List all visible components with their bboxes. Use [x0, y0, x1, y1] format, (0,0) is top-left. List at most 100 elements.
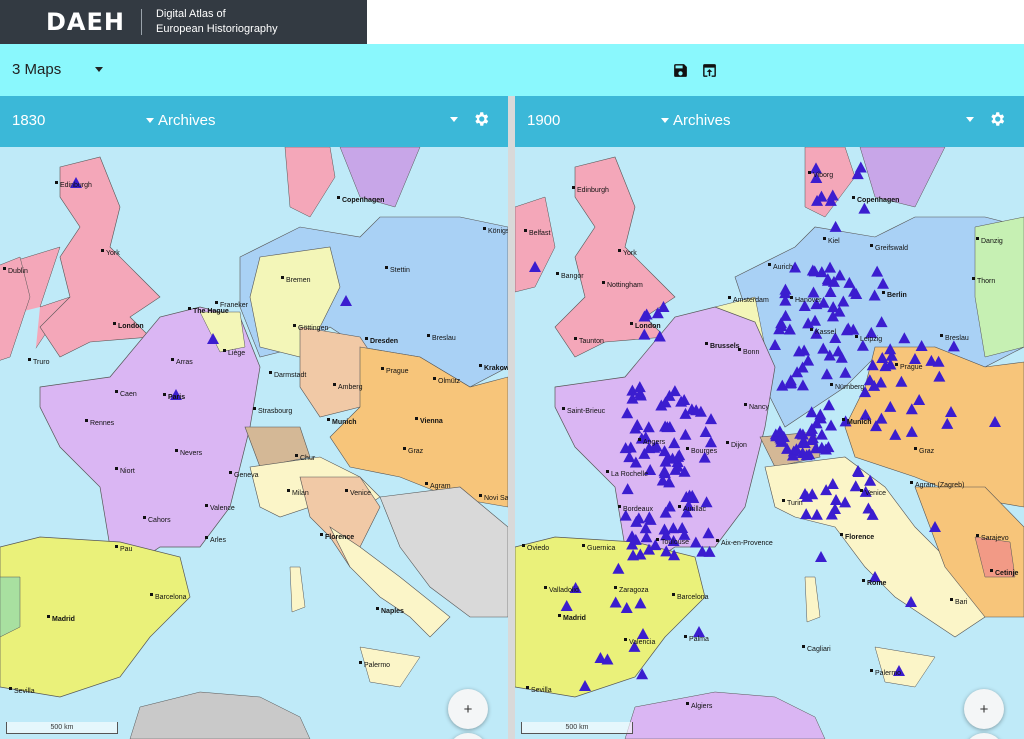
city-marker: [840, 533, 843, 536]
city-marker: [574, 337, 577, 340]
city-marker: [790, 296, 793, 299]
map-canvas[interactable]: Edinburgh Copenhagen Königsberg York Dublin B…: [0, 147, 508, 739]
city-label: Zaragoza: [619, 587, 649, 594]
city-label: Prague: [386, 368, 409, 375]
city-marker: [115, 467, 118, 470]
map-panel-right: 1900 Archives Viborg Copenhagen Edinburg…: [515, 96, 1024, 739]
city-label: Novi Sad: [484, 495, 508, 502]
city-label: Dresden: [370, 338, 398, 345]
city-label: Nürnberg: [835, 384, 864, 391]
city-label: Bangor: [561, 273, 584, 280]
export-icon[interactable]: [701, 62, 718, 79]
city-label: Milan: [292, 490, 309, 497]
city-marker: [327, 418, 330, 421]
city-label: Taunton: [579, 338, 604, 345]
city-marker: [47, 615, 50, 618]
layer-selector[interactable]: Archives: [146, 112, 216, 129]
city-label: Truro: [33, 359, 50, 366]
city-marker: [618, 249, 621, 252]
city-marker: [895, 363, 898, 366]
city-marker: [427, 334, 430, 337]
city-marker: [28, 358, 31, 361]
save-icon[interactable]: [672, 62, 689, 79]
city-marker: [686, 447, 689, 450]
city-marker: [556, 272, 559, 275]
city-label: Turin: [787, 500, 803, 507]
city-marker: [882, 291, 885, 294]
city-marker: [281, 276, 284, 279]
city-marker: [425, 482, 428, 485]
map-canvas[interactable]: Viborg Copenhagen Edinburgh Kiel Greifswald D…: [515, 147, 1024, 739]
gear-icon[interactable]: [988, 110, 1006, 128]
city-marker: [716, 539, 719, 542]
city-label: Saint-Brieuc: [567, 408, 606, 415]
city-label: Cagliari: [807, 646, 831, 653]
panel-controls: [450, 110, 490, 128]
city-marker: [433, 377, 436, 380]
city-label: Chur: [300, 455, 316, 462]
layer-label: Archives: [158, 112, 216, 129]
brand-title: Digital Atlas of European Historiography: [156, 7, 278, 37]
city-marker: [860, 489, 863, 492]
city-marker: [910, 481, 913, 484]
city-label: Leipzig: [860, 336, 882, 343]
maps-count-select[interactable]: 3 Maps: [12, 61, 104, 78]
zoom-in-button[interactable]: +: [448, 689, 488, 729]
city-label: Aurich: [773, 264, 793, 271]
year-selector[interactable]: 1900: [527, 112, 560, 129]
city-marker: [544, 586, 547, 589]
city-marker: [684, 635, 687, 638]
city-label: Amberg: [338, 384, 363, 391]
city-marker: [782, 499, 785, 502]
city-label: Nottingham: [607, 282, 643, 289]
city-label: Vienna: [420, 418, 443, 425]
panel-divider[interactable]: [508, 96, 515, 739]
city-marker: [738, 348, 741, 351]
city-marker: [562, 407, 565, 410]
city-label: Königsberg: [488, 228, 508, 235]
city-label: Sarajevo: [981, 535, 1009, 542]
city-label: Palermo: [364, 662, 390, 669]
historical-map[interactable]: Edinburgh Copenhagen Königsberg York Dublin B…: [0, 147, 508, 739]
city-marker: [526, 686, 529, 689]
city-marker: [914, 447, 917, 450]
city-marker: [365, 337, 368, 340]
historical-map[interactable]: Viborg Copenhagen Edinburgh Kiel Greifswald D…: [515, 147, 1024, 739]
city-label: Guernica: [587, 545, 616, 552]
city-marker: [744, 403, 747, 406]
gear-icon[interactable]: [472, 110, 490, 128]
city-marker: [205, 536, 208, 539]
chevron-down-icon[interactable]: [966, 116, 974, 122]
city-marker: [976, 534, 979, 537]
city-marker: [602, 281, 605, 284]
city-marker: [852, 196, 855, 199]
city-marker: [728, 296, 731, 299]
city-marker: [415, 417, 418, 420]
city-marker: [808, 171, 811, 174]
layer-selector[interactable]: Archives: [661, 112, 731, 129]
city-label: Nancy: [749, 404, 769, 411]
chevron-down-icon[interactable]: [450, 116, 458, 122]
city-marker: [171, 358, 174, 361]
city-marker: [115, 390, 118, 393]
city-marker: [638, 438, 641, 441]
city-label: La Rochelle: [611, 471, 648, 478]
year-selector[interactable]: 1830: [12, 112, 45, 129]
city-marker: [855, 335, 858, 338]
toolbar: 3 Maps: [0, 44, 1024, 96]
city-label: Caen: [120, 391, 137, 398]
city-marker: [381, 367, 384, 370]
city-label: Breslau: [945, 335, 969, 342]
city-marker: [976, 237, 979, 240]
city-marker: [175, 449, 178, 452]
brand-header[interactable]: DAEH Digital Atlas of European Historiog…: [0, 0, 367, 44]
city-label: Liège: [228, 350, 245, 357]
city-label: Bordeaux: [623, 506, 653, 513]
zoom-in-button[interactable]: +: [964, 689, 1004, 729]
city-label: Geneva: [234, 472, 259, 479]
city-label: Cahors: [148, 517, 171, 524]
city-marker: [287, 489, 290, 492]
city-label: Madrid: [52, 616, 75, 623]
city-label: Venice: [350, 490, 371, 497]
city-marker: [656, 538, 659, 541]
